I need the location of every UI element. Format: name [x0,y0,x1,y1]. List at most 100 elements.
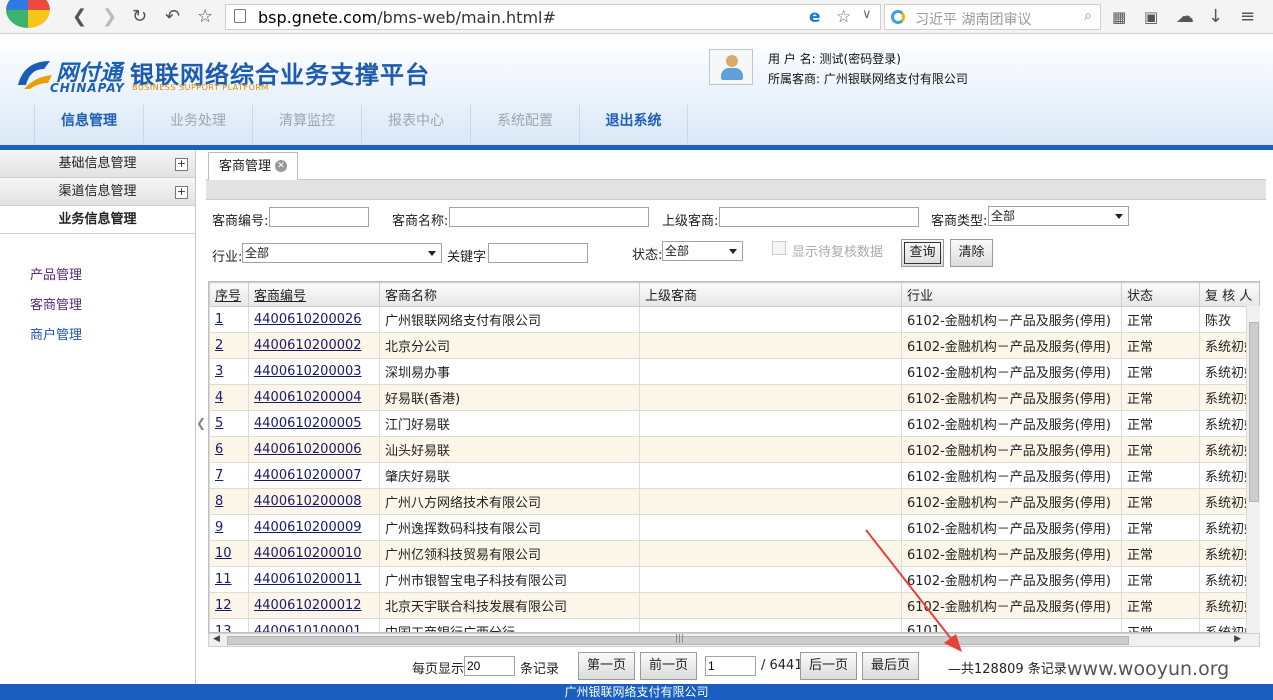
back-icon[interactable]: ❮ [72,6,87,28]
sidebar-item-product[interactable]: 产品管理 [30,264,82,294]
org-value: 广州银联网络支付有限公司 [823,72,968,86]
undo-icon[interactable]: ↶ [165,6,180,28]
scroll-right-icon[interactable]: ▶ [1234,634,1241,644]
close-icon[interactable]: ✕ [275,160,288,172]
sidebar-item-shop[interactable]: 商户管理 [30,324,82,354]
merchant-type-label: 客商类型: [931,214,988,229]
nav-info-management[interactable]: 信息管理 [34,105,143,145]
cell-row-index[interactable]: 8 [209,488,249,515]
column-header-merchant-no[interactable]: 客商编号 [248,282,380,307]
last-page-button[interactable]: 最后页 [862,652,919,680]
cell-merchant-no[interactable]: 4400610200004 [248,384,380,411]
sidebar-section-business-info[interactable]: 业务信息管理 [0,206,195,234]
cell-row-index[interactable]: 5 [209,410,249,437]
cell-merchant-no[interactable]: 4400610200002 [248,332,380,359]
per-page-input[interactable] [464,656,515,676]
dropdown-icon[interactable]: ∨ [862,7,872,22]
industry-select[interactable]: 全部 [242,243,442,263]
clear-button[interactable]: 清除 [950,239,993,267]
nav-logout[interactable]: 退出系统 [579,105,688,145]
scroll-thumb[interactable] [1249,322,1259,502]
table-row[interactable]: 134400610100001中国工商银行广西分行6101正常系统初始 [209,618,1259,632]
menu-icon[interactable]: ≡ [1240,6,1255,28]
page-number-input[interactable] [705,656,756,676]
cell-row-index[interactable]: 6 [209,436,249,463]
table-horizontal-scrollbar[interactable]: ◀ ||| ▶ [208,633,1260,647]
cell-row-index[interactable]: 3 [209,358,249,385]
first-page-button[interactable]: 第一页 [578,652,635,680]
table-row[interactable]: 9 4400610200009 广州逸挥数码科技有限公司 6102-金融机构－产品及服… [209,514,1259,541]
search-icon[interactable]: ⌕ [1084,8,1092,24]
cell-row-index[interactable]: 4 [209,384,249,411]
bookmark-star-icon[interactable]: ☆ [197,6,213,28]
cell-row-index[interactable]: 13 [209,618,249,632]
scroll-left-icon[interactable]: ◀ [213,634,220,644]
table-row[interactable]: 10 4400610200010 广州亿领科技贸易有限公司 6102-金融机构－产品及… [209,540,1259,567]
table-row[interactable]: 3 4400610200003 深圳易办事 6102-金融机构－产品及服务(停用) 正常… [209,358,1259,385]
merchant-type-select[interactable]: 全部 [988,206,1129,226]
forward-icon[interactable]: ❯ [102,6,117,28]
nav-business-processing[interactable]: 业务处理 [143,105,252,145]
parent-merchant-input[interactable] [719,207,919,227]
cell-row-index[interactable]: 12 [209,592,249,619]
table-vertical-scrollbar[interactable] [1246,306,1260,634]
ie-compat-icon[interactable]: e [809,7,821,27]
apps-icon[interactable]: ▦ [1112,6,1126,28]
table-row[interactable]: 2 4400610200002 北京分公司 6102-金融机构－产品及服务(停用) 正常… [209,332,1259,359]
cell-merchant-no[interactable]: 4400610100001 [248,618,380,632]
table-row[interactable]: 6 4400610200006 汕头好易联 6102-金融机构－产品及服务(停用) 正常… [209,436,1259,463]
url-text[interactable]: bsp.gnete.com/bms-web/main.html# [258,8,556,27]
cell-merchant-no[interactable]: 4400610200005 [248,410,380,437]
merchant-no-input[interactable] [269,207,369,227]
cell-merchant-no[interactable]: 4400610200011 [248,566,380,593]
table-row[interactable]: 4 4400610200004 好易联(香港) 6102-金融机构－产品及服务(停用)… [209,384,1259,411]
tab-merchant-management[interactable]: 客商管理 ✕ [208,152,299,181]
search-input[interactable]: 习近平 湖南团审议 [915,9,1031,29]
expand-icon[interactable]: + [175,186,188,199]
table-row[interactable]: 8 4400610200008 广州八方网络技术有限公司 6102-金融机构－产品及服… [209,488,1259,515]
column-header-index[interactable]: 序号 [209,282,249,307]
merchant-name-input[interactable] [449,207,649,227]
cell-merchant-no[interactable]: 4400610200003 [248,358,380,385]
cell-merchant-no[interactable]: 4400610200006 [248,436,380,463]
nav-report-center[interactable]: 报表中心 [361,105,470,145]
table-row[interactable]: 12 4400610200012 北京天宇联合科技发展有限公司 6102-金融机构－产… [209,592,1259,619]
cell-row-index[interactable]: 2 [209,332,249,359]
extension-icon[interactable]: ▣ [1144,6,1158,28]
reload-icon[interactable]: ↻ [132,6,147,28]
sidebar-collapse-icon[interactable]: ❮ [196,416,206,430]
cell-row-index[interactable]: 9 [209,514,249,541]
next-page-button[interactable]: 后一页 [800,652,857,680]
sidebar-section-channel-info[interactable]: 渠道信息管理 + [0,178,195,206]
cell-merchant-no[interactable]: 4400610200010 [248,540,380,567]
sidebar-section-basic-info[interactable]: 基础信息管理 + [0,150,195,178]
cell-merchant-no[interactable]: 4400610200012 [248,592,380,619]
table-row[interactable]: 5 4400610200005 江门好易联 6102-金融机构－产品及服务(停用) 正常… [209,410,1259,437]
cell-row-index[interactable]: 1 [209,306,249,333]
table-row[interactable]: 11 4400610200011 广州市银智宝电子科技有限公司 6102-金融机构－产… [209,566,1259,593]
cell-merchant-no[interactable]: 4400610200009 [248,514,380,541]
query-button[interactable]: 查询 [901,239,944,267]
keyword-input[interactable] [488,243,588,263]
cloud-icon[interactable]: ☁ [1176,6,1194,28]
nav-settlement-monitor[interactable]: 清算监控 [252,105,361,145]
table-row[interactable]: 7 4400610200007 肇庆好易联 6102-金融机构－产品及服务(停用) 正常… [209,462,1259,489]
nav-system-config[interactable]: 系统配置 [470,105,579,145]
expand-icon[interactable]: + [175,158,188,171]
prev-page-button[interactable]: 前一页 [640,652,697,680]
address-bar[interactable]: bsp.gnete.com/bms-web/main.html# e ☆ ∨ [225,4,881,30]
cell-merchant-no[interactable]: 4400610200008 [248,488,380,515]
table-row[interactable]: 1 4400610200026 广州银联网络支付有限公司 6102-金融机构－产品及服… [209,306,1259,333]
favorite-icon[interactable]: ☆ [836,7,851,27]
download-icon[interactable]: ↓ [1208,6,1223,28]
cell-merchant-no[interactable]: 4400610200026 [248,306,380,333]
cell-row-index[interactable]: 10 [209,540,249,567]
cell-row-index[interactable]: 11 [209,566,249,593]
cell-merchant-no[interactable]: 4400610200007 [248,462,380,489]
cell-row-index[interactable]: 7 [209,462,249,489]
sidebar-item-merchant[interactable]: 客商管理 [30,294,82,324]
status-select[interactable]: 全部 [662,241,743,261]
search-box[interactable]: 习近平 湖南团审议 ⌕ [884,4,1101,30]
cell-merchant-name: 江门好易联 [379,410,640,437]
pending-review-checkbox[interactable] [772,241,786,255]
